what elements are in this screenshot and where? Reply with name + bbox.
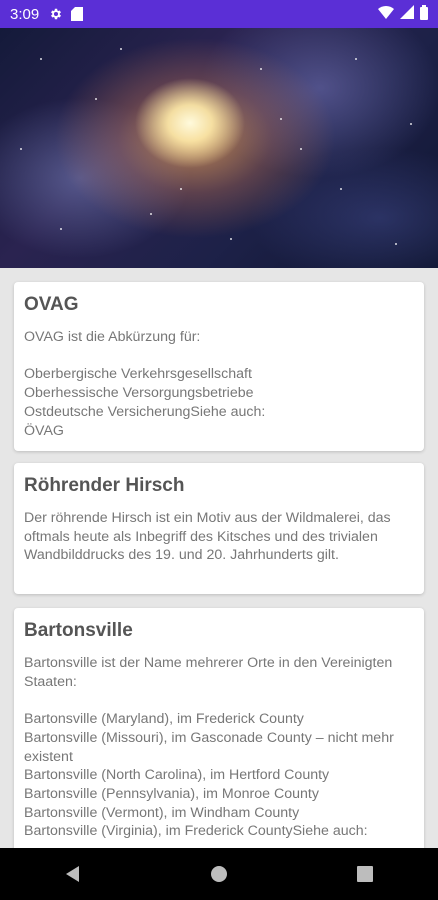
wifi-icon: [378, 5, 394, 23]
back-icon: [66, 866, 79, 882]
card-body: OVAG ist die Abkürzung für: Oberbergisch…: [24, 329, 266, 439]
signal-icon: [400, 5, 414, 23]
recents-button[interactable]: [335, 854, 395, 894]
card-title: Röhrender Hirsch: [24, 475, 185, 496]
status-time: 3:09: [10, 5, 40, 23]
card-body: Bartonsville ist der Name mehrerer Orte …: [24, 655, 394, 840]
galaxy-image: [0, 28, 438, 268]
settings-icon: [49, 7, 63, 21]
sd-card-icon: [71, 7, 84, 21]
home-icon: [211, 866, 227, 882]
card-title: Bartonsville: [24, 620, 133, 641]
article-card-ovag[interactable]: OVAG OVAG ist die Abkürzung für: Oberber…: [14, 282, 424, 451]
navigation-bar: [0, 848, 438, 900]
recents-icon: [357, 866, 373, 882]
article-card-roehrender-hirsch[interactable]: Röhrender Hirsch Der röhrende Hirsch ist…: [14, 463, 424, 594]
article-card-bartonsville[interactable]: Bartonsville Bartonsville ist der Name m…: [14, 608, 424, 868]
battery-icon: [420, 4, 428, 24]
back-button[interactable]: [43, 854, 103, 894]
status-bar: 3:09: [0, 0, 438, 28]
card-body: Der röhrende Hirsch ist ein Motiv aus de…: [24, 510, 391, 564]
card-title: OVAG: [24, 294, 79, 315]
home-button[interactable]: [189, 854, 249, 894]
